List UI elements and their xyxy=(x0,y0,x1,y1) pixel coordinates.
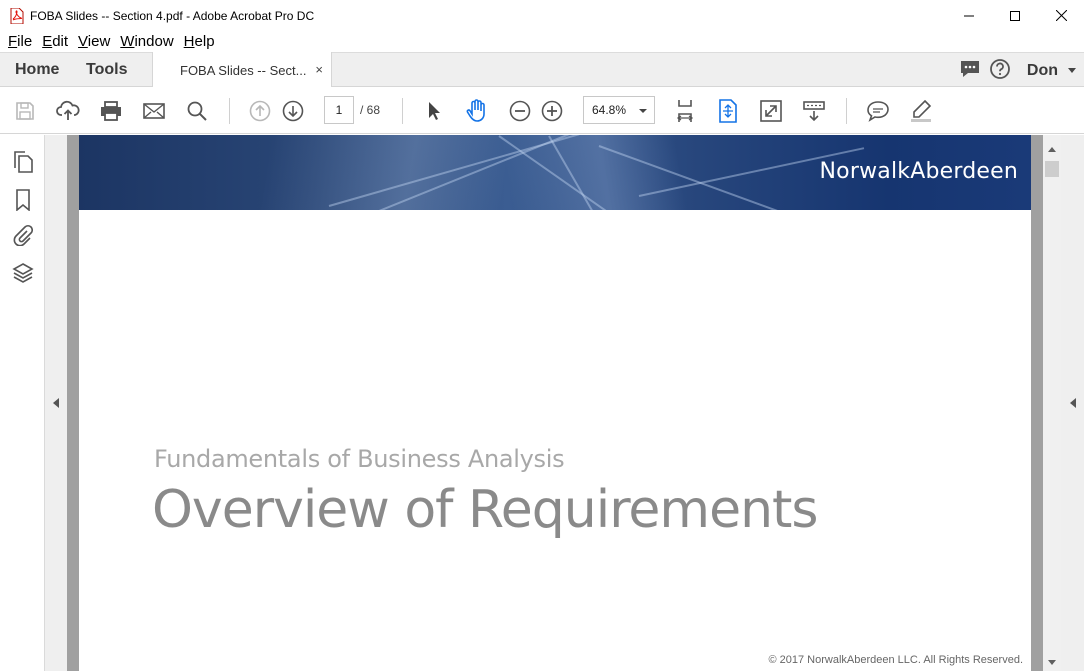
menu-bar: File Edit View Window Help xyxy=(0,31,1084,52)
previous-page-icon[interactable] xyxy=(247,98,273,124)
banner-light-streak xyxy=(598,145,788,210)
fit-width-icon[interactable] xyxy=(672,98,698,124)
toolbar-separator xyxy=(229,98,230,124)
close-icon xyxy=(1055,8,1067,24)
arrow-left-icon xyxy=(53,398,59,408)
tab-document[interactable]: FOBA Slides -- Sect... × xyxy=(152,52,332,88)
slide-banner: NorwalkAberdeen xyxy=(79,135,1031,210)
page-number-input[interactable]: 1 xyxy=(324,96,354,124)
maximize-icon xyxy=(1010,8,1020,24)
acrobat-pdf-icon xyxy=(9,7,25,24)
page-total: / 68 xyxy=(360,103,381,117)
full-screen-icon[interactable] xyxy=(758,98,784,124)
zoom-value: 64.8% xyxy=(592,103,627,117)
zoom-in-icon[interactable] xyxy=(539,98,565,124)
pdf-page: NorwalkAberdeen Fundamentals of Business… xyxy=(79,135,1031,671)
banner-light-streak xyxy=(498,135,631,210)
zoom-select[interactable]: 64.8% xyxy=(583,96,655,124)
document-tab-label: FOBA Slides -- Sect... xyxy=(180,62,307,78)
scroll-mode-icon[interactable] xyxy=(801,98,827,124)
user-name[interactable]: Don xyxy=(1027,62,1058,80)
right-pane-toggle[interactable] xyxy=(1061,135,1084,671)
window-title: FOBA Slides -- Section 4.pdf - Adobe Acr… xyxy=(30,8,315,23)
navigation-pane xyxy=(0,135,45,671)
slide-title: Overview of Requirements xyxy=(152,480,819,540)
toolbar-separator xyxy=(846,98,847,124)
comment-icon[interactable] xyxy=(865,98,891,124)
print-icon[interactable] xyxy=(98,98,124,124)
arrow-left-icon xyxy=(1069,398,1076,408)
cloud-upload-icon[interactable] xyxy=(55,98,81,124)
comment-bubble-icon[interactable] xyxy=(959,58,981,83)
toolbar-separator xyxy=(402,98,403,124)
copyright-notice: © 2017 NorwalkAberdeen LLC. All Rights R… xyxy=(768,654,1023,666)
email-icon[interactable] xyxy=(141,98,167,124)
tab-tools[interactable]: Tools xyxy=(86,61,127,79)
menu-help[interactable]: Help xyxy=(179,33,220,50)
select-tool-icon[interactable] xyxy=(421,98,447,124)
zoom-out-icon[interactable] xyxy=(507,98,533,124)
search-icon[interactable] xyxy=(184,98,210,124)
minimize-button[interactable] xyxy=(946,0,992,31)
next-page-icon[interactable] xyxy=(280,98,306,124)
banner-light-streak xyxy=(548,135,620,210)
menu-edit[interactable]: Edit xyxy=(37,33,73,50)
tab-bar: Home Tools FOBA Slides -- Sect... × Don xyxy=(0,52,1084,88)
help-icon[interactable] xyxy=(989,58,1011,83)
chevron-down-icon xyxy=(639,109,647,113)
hand-tool-icon[interactable] xyxy=(464,98,490,124)
highlight-icon[interactable] xyxy=(908,98,934,124)
scrollbar-thumb[interactable] xyxy=(1045,161,1059,177)
scroll-down-icon[interactable] xyxy=(1048,660,1056,665)
attachment-icon[interactable] xyxy=(12,224,34,246)
bookmark-icon[interactable] xyxy=(12,189,34,211)
chevron-down-icon[interactable] xyxy=(1068,68,1076,73)
company-logo-text: NorwalkAberdeen xyxy=(819,159,1018,184)
save-icon[interactable] xyxy=(12,98,38,124)
page-thumbnails-icon[interactable] xyxy=(12,151,34,173)
close-tab-icon[interactable]: × xyxy=(315,62,323,77)
maximize-button[interactable] xyxy=(992,0,1038,31)
toolbar xyxy=(0,87,1084,134)
menu-window[interactable]: Window xyxy=(115,33,178,50)
left-pane-toggle[interactable] xyxy=(45,135,67,671)
menu-view[interactable]: View xyxy=(73,33,115,50)
document-viewer[interactable]: NorwalkAberdeen Fundamentals of Business… xyxy=(67,135,1043,671)
fit-page-icon[interactable] xyxy=(715,98,741,124)
minimize-icon xyxy=(964,8,974,24)
slide-subtitle: Fundamentals of Business Analysis xyxy=(154,445,565,473)
layers-icon[interactable] xyxy=(12,262,34,284)
vertical-scrollbar[interactable] xyxy=(1043,135,1061,671)
title-bar: FOBA Slides -- Section 4.pdf - Adobe Acr… xyxy=(0,0,1084,31)
menu-file[interactable]: File xyxy=(3,33,37,50)
scroll-up-icon[interactable] xyxy=(1048,147,1056,152)
close-button[interactable] xyxy=(1038,0,1084,31)
tab-home[interactable]: Home xyxy=(15,61,59,79)
